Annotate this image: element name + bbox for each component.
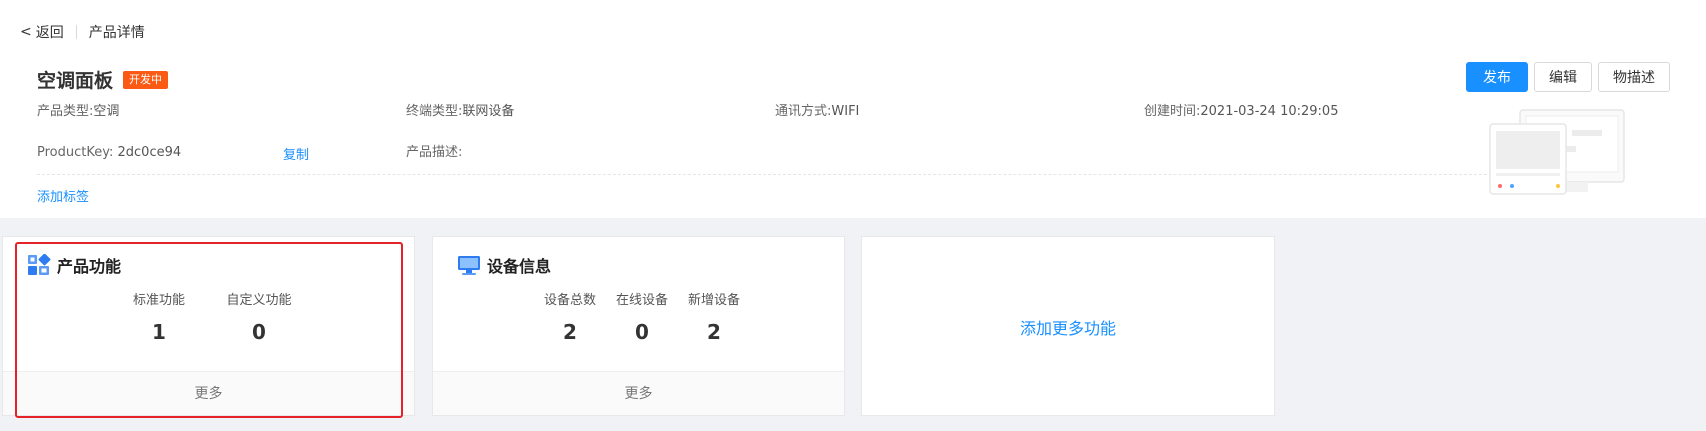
stat-label: 在线设备 bbox=[615, 293, 668, 308]
stat-value: 0 bbox=[635, 320, 649, 344]
product-functions-more-button[interactable]: 更多 bbox=[3, 371, 414, 415]
product-key-value: 2dc0ce94 bbox=[117, 145, 182, 160]
product-overview-panel: < 返回 产品详情 空调面板 开发中 发布 编辑 物描述 产品类型:空调 终端类… bbox=[0, 0, 1706, 218]
product-illustration bbox=[1489, 109, 1625, 195]
product-functions-title: 产品功能 bbox=[27, 253, 121, 277]
product-functions-title-text: 产品功能 bbox=[57, 257, 122, 276]
stat-online-devices: 在线设备 0 bbox=[613, 289, 671, 344]
action-buttons: 发布 编辑 物描述 bbox=[1466, 62, 1670, 92]
product-type-value: 空调 bbox=[93, 104, 120, 119]
stat-value: 0 bbox=[252, 320, 266, 344]
terminal-type-value: 联网设备 bbox=[462, 104, 515, 119]
product-header: 空调面板 开发中 bbox=[37, 66, 169, 93]
stat-custom-functions: 自定义功能 0 bbox=[221, 289, 297, 344]
device-info-card: 设备信息 设备总数 2 在线设备 0 新增设备 2 更多 bbox=[432, 236, 845, 416]
stat-standard-functions: 标准功能 1 bbox=[127, 289, 191, 344]
stat-value: 2 bbox=[707, 320, 721, 344]
edit-button[interactable]: 编辑 bbox=[1534, 62, 1592, 92]
comm-mode-value: WIFI bbox=[831, 104, 860, 119]
stat-new-devices: 新增设备 2 bbox=[685, 289, 743, 344]
device-info-more-button[interactable]: 更多 bbox=[433, 371, 844, 415]
monitor-icon bbox=[458, 256, 480, 275]
chevron-left-icon: < bbox=[20, 24, 32, 40]
product-functions-card: 产品功能 标准功能 1 自定义功能 0 更多 bbox=[2, 236, 415, 416]
description-label: 产品描述: bbox=[406, 145, 463, 160]
breadcrumb-current: 产品详情 bbox=[88, 25, 145, 41]
comm-mode-label: 通讯方式: bbox=[775, 104, 832, 119]
created-at-value: 2021-03-24 10:29:05 bbox=[1200, 104, 1339, 119]
created-at-label: 创建时间: bbox=[1144, 104, 1201, 119]
info-product-type: 产品类型:空调 bbox=[37, 103, 119, 121]
product-type-label: 产品类型: bbox=[37, 104, 94, 119]
device-info-title-text: 设备信息 bbox=[487, 257, 552, 276]
info-product-key: ProductKey: 2dc0ce94 bbox=[37, 144, 181, 162]
back-label: 返回 bbox=[35, 25, 64, 41]
add-more-functions-link[interactable]: 添加更多功能 bbox=[862, 315, 1274, 339]
product-name: 空调面板 bbox=[37, 70, 114, 92]
stat-label: 自定义功能 bbox=[226, 293, 292, 308]
stat-label: 标准功能 bbox=[132, 293, 185, 308]
breadcrumb: < 返回 产品详情 bbox=[20, 22, 145, 42]
copy-key-link[interactable]: 复制 bbox=[283, 144, 309, 163]
function-blocks-icon bbox=[28, 254, 51, 275]
add-tag-link[interactable]: 添加标签 bbox=[37, 186, 89, 205]
status-badge: 开发中 bbox=[123, 70, 169, 89]
stat-value: 2 bbox=[563, 320, 577, 344]
stat-label: 新增设备 bbox=[687, 293, 740, 308]
stat-value: 1 bbox=[152, 320, 166, 344]
product-key-label: ProductKey: bbox=[37, 145, 114, 160]
terminal-type-label: 终端类型: bbox=[406, 104, 463, 119]
stat-label: 设备总数 bbox=[543, 293, 596, 308]
describe-button[interactable]: 物描述 bbox=[1598, 62, 1670, 92]
info-terminal-type: 终端类型:联网设备 bbox=[406, 103, 514, 121]
info-comm-mode: 通讯方式:WIFI bbox=[775, 103, 859, 121]
back-button[interactable]: < 返回 bbox=[20, 22, 64, 42]
add-more-card[interactable]: 添加更多功能 bbox=[861, 236, 1275, 416]
breadcrumb-divider bbox=[75, 25, 77, 39]
info-divider bbox=[37, 174, 1507, 175]
info-description: 产品描述: bbox=[406, 144, 462, 162]
publish-button[interactable]: 发布 bbox=[1466, 62, 1528, 92]
info-created-at: 创建时间:2021-03-24 10:29:05 bbox=[1144, 103, 1338, 121]
device-info-title: 设备信息 bbox=[457, 253, 551, 277]
stat-total-devices: 设备总数 2 bbox=[541, 289, 599, 344]
